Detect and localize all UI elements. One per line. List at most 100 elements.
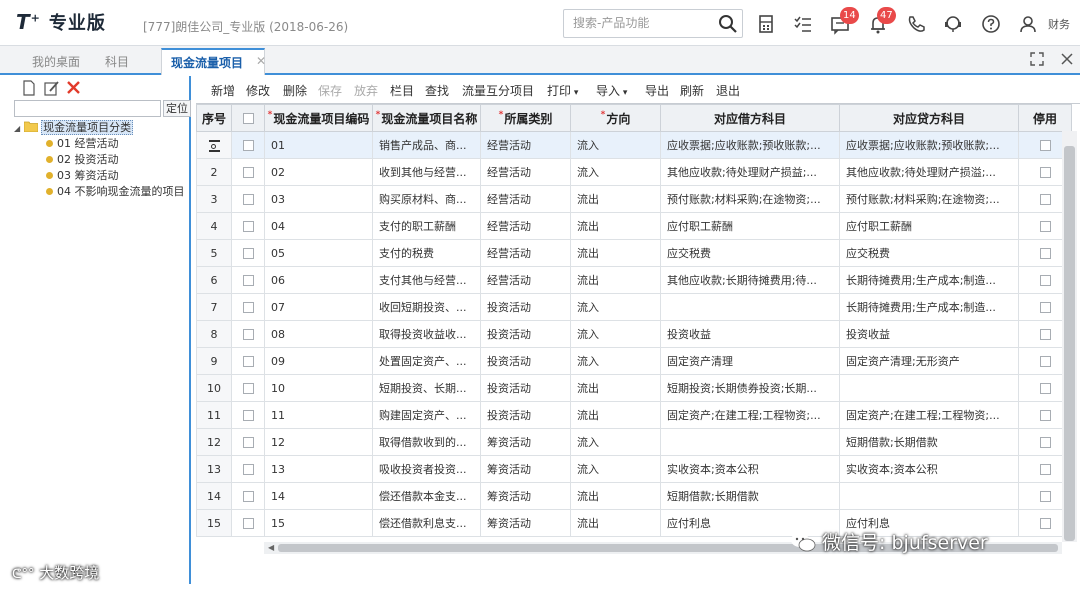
tree-item-no-effect[interactable]: 04 不影响现金流量的项目: [46, 184, 185, 200]
close-icon[interactable]: ✕: [256, 54, 266, 68]
col-name[interactable]: *现金流量项目名称: [372, 104, 481, 132]
col-select[interactable]: [231, 104, 265, 132]
cell-name[interactable]: 偿还借款本金支...: [372, 482, 481, 510]
col-code[interactable]: *现金流量项目编码: [264, 104, 373, 132]
row-checkbox[interactable]: [242, 437, 254, 448]
cell-category[interactable]: 投资活动: [480, 401, 571, 429]
collapse-icon[interactable]: ◢: [14, 124, 20, 133]
disabled-checkbox[interactable]: [1039, 410, 1051, 421]
cell-category[interactable]: 经营活动: [480, 212, 571, 240]
discard-button[interactable]: 放弃: [354, 82, 378, 99]
row-select[interactable]: [231, 293, 265, 321]
cell-code[interactable]: 13: [264, 455, 373, 483]
tree-item-operating[interactable]: 01 经营活动: [46, 136, 119, 152]
table-row[interactable]: 10 10 短期投资、长期... 投资活动 流出 短期投资;长期债券投资;长期...: [196, 374, 1072, 402]
search-icon[interactable]: [718, 14, 738, 34]
cell-category[interactable]: 投资活动: [480, 374, 571, 402]
cell-credit[interactable]: 短期借款;长期借款: [839, 428, 1019, 456]
cell-category[interactable]: 经营活动: [480, 131, 571, 159]
cell-direction[interactable]: 流出: [570, 266, 661, 294]
edit-button[interactable]: 修改: [246, 82, 270, 99]
cell-code[interactable]: 12: [264, 428, 373, 456]
table-row[interactable]: 01 销售产成品、商... 经营活动 流入 应收票据;应收账款;预收账款;... 应收票据…: [196, 131, 1072, 159]
vertical-scrollbar[interactable]: [1062, 131, 1077, 542]
row-select[interactable]: [231, 374, 265, 402]
tree-item-financing[interactable]: 03 筹资活动: [46, 168, 119, 184]
cell-credit[interactable]: 应交税费: [839, 239, 1019, 267]
cell-credit[interactable]: 固定资产;在建工程;工程物资;...: [839, 401, 1019, 429]
cell-credit[interactable]: [839, 482, 1019, 510]
search-input[interactable]: 搜索-产品功能: [563, 9, 743, 38]
table-row[interactable]: 2 02 收到其他与经营... 经营活动 流入 其他应收款;待处理财产损益;... 其他应收…: [196, 158, 1072, 186]
disabled-checkbox[interactable]: [1039, 248, 1051, 259]
cell-name[interactable]: 支付的税费: [372, 239, 481, 267]
cell-code[interactable]: 01: [264, 131, 373, 159]
cell-debit[interactable]: 固定资产清理: [660, 347, 840, 375]
row-select[interactable]: [231, 266, 265, 294]
row-checkbox[interactable]: [242, 194, 254, 205]
export-button[interactable]: 导出: [645, 82, 669, 99]
add-button[interactable]: 新增: [211, 82, 235, 99]
disabled-checkbox[interactable]: [1039, 356, 1051, 367]
cell-credit[interactable]: 其他应收款;待处理财产损溢;...: [839, 158, 1019, 186]
cell-code[interactable]: 11: [264, 401, 373, 429]
table-row[interactable]: 3 03 购买原材料、商... 经营活动 流出 预付账款;材料采购;在途物资;... 预付账…: [196, 185, 1072, 213]
cell-name[interactable]: 购买原材料、商...: [372, 185, 481, 213]
row-checkbox[interactable]: [242, 221, 254, 232]
row-select[interactable]: [231, 347, 265, 375]
tab-desktop[interactable]: 我的桌面: [32, 53, 80, 70]
import-button[interactable]: 导入 ▾: [596, 82, 627, 99]
cell-name[interactable]: 收到其他与经营...: [372, 158, 481, 186]
cell-category[interactable]: 经营活动: [480, 266, 571, 294]
row-select[interactable]: [231, 455, 265, 483]
cell-direction[interactable]: 流入: [570, 428, 661, 456]
table-row[interactable]: 4 04 支付的职工薪酬 经营活动 流出 应付职工薪酬 应付职工薪酬: [196, 212, 1072, 240]
cell-name[interactable]: 处置固定资产、...: [372, 347, 481, 375]
cell-category[interactable]: 经营活动: [480, 239, 571, 267]
row-checkbox[interactable]: [242, 518, 254, 529]
cell-debit[interactable]: 其他应收款;待处理财产损益;...: [660, 158, 840, 186]
cell-code[interactable]: 07: [264, 293, 373, 321]
cell-direction[interactable]: 流出: [570, 482, 661, 510]
cell-direction[interactable]: 流入: [570, 455, 661, 483]
cell-credit[interactable]: 固定资产清理;无形资产: [839, 347, 1019, 375]
cell-name[interactable]: 吸收投资者投资...: [372, 455, 481, 483]
cell-category[interactable]: 经营活动: [480, 158, 571, 186]
cell-direction[interactable]: 流出: [570, 401, 661, 429]
row-select[interactable]: [231, 509, 265, 537]
cell-debit[interactable]: [660, 428, 840, 456]
help-icon[interactable]: [980, 13, 1002, 35]
cell-category[interactable]: 投资活动: [480, 320, 571, 348]
cell-name[interactable]: 收回短期投资、...: [372, 293, 481, 321]
row-select[interactable]: [231, 482, 265, 510]
cell-debit[interactable]: 应收票据;应收账款;预收账款;...: [660, 131, 840, 159]
cell-code[interactable]: 05: [264, 239, 373, 267]
disabled-checkbox[interactable]: [1039, 383, 1051, 394]
row-select[interactable]: [231, 212, 265, 240]
row-select[interactable]: [231, 185, 265, 213]
columns-button[interactable]: 栏目: [390, 82, 414, 99]
maximize-icon[interactable]: [1030, 52, 1044, 66]
disabled-checkbox[interactable]: [1039, 302, 1051, 313]
refresh-button[interactable]: 刷新: [680, 82, 704, 99]
row-select[interactable]: [231, 428, 265, 456]
row-select[interactable]: [231, 320, 265, 348]
row-checkbox[interactable]: [242, 383, 254, 394]
tree-root[interactable]: ◢ 现金流量项目分类: [14, 120, 134, 136]
cell-debit[interactable]: 预付账款;材料采购;在途物资;...: [660, 185, 840, 213]
cell-category[interactable]: 投资活动: [480, 293, 571, 321]
disabled-checkbox[interactable]: [1039, 167, 1051, 178]
cell-debit[interactable]: 应付职工薪酬: [660, 212, 840, 240]
cell-name[interactable]: 短期投资、长期...: [372, 374, 481, 402]
table-row[interactable]: 8 08 取得投资收益收... 投资活动 流入 投资收益 投资收益: [196, 320, 1072, 348]
cell-debit[interactable]: [660, 293, 840, 321]
tab-accounts[interactable]: 科目: [105, 53, 129, 70]
cell-code[interactable]: 02: [264, 158, 373, 186]
table-row[interactable]: 14 14 偿还借款本金支... 筹资活动 流出 短期借款;长期借款: [196, 482, 1072, 510]
cell-direction[interactable]: 流入: [570, 158, 661, 186]
cell-name[interactable]: 取得投资收益收...: [372, 320, 481, 348]
cell-direction[interactable]: 流出: [570, 212, 661, 240]
calculator-icon[interactable]: [755, 13, 777, 35]
cell-code[interactable]: 10: [264, 374, 373, 402]
tree-item-investing[interactable]: 02 投资活动: [46, 152, 119, 168]
